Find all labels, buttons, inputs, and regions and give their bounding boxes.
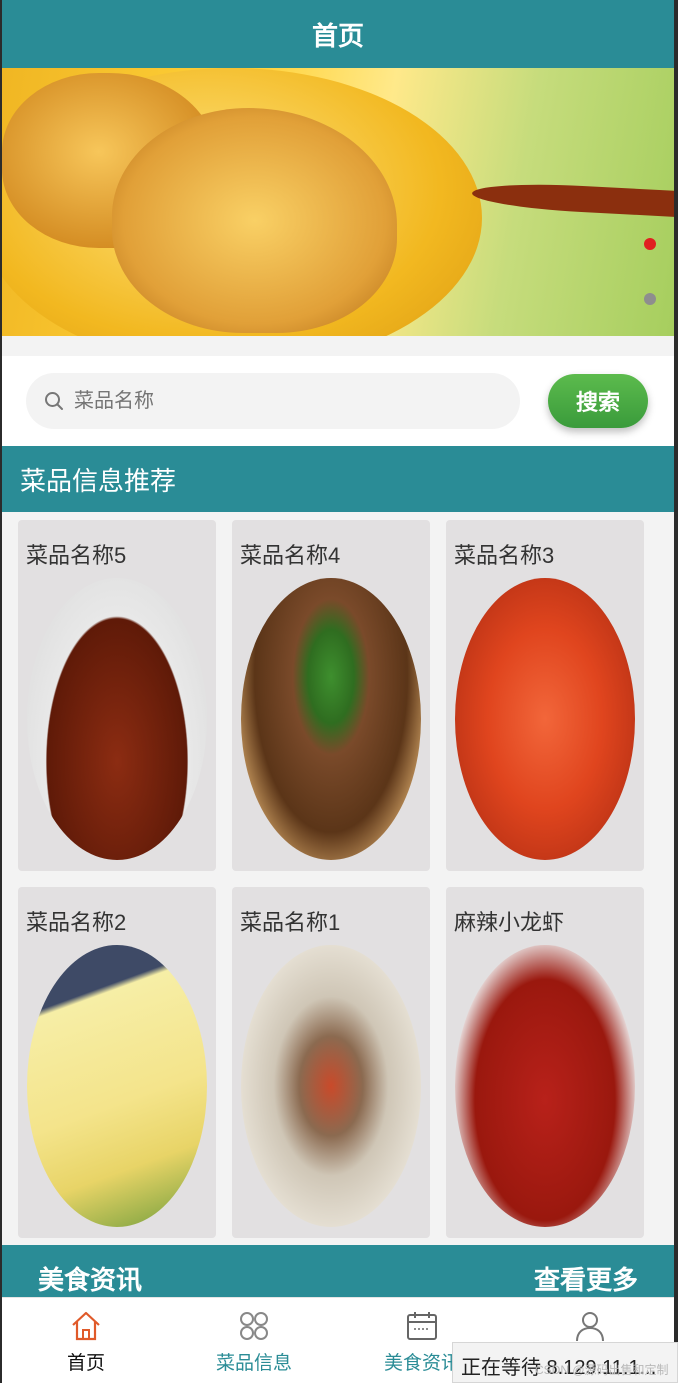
- dish-card[interactable]: 菜品名称5: [18, 520, 216, 871]
- carousel-dot-active[interactable]: [644, 238, 656, 250]
- dish-card[interactable]: 菜品名称4: [232, 520, 430, 871]
- tab-dishes[interactable]: 菜品信息: [170, 1298, 338, 1383]
- tab-label: 美食资讯: [383, 1353, 460, 1374]
- user-icon: [576, 1312, 604, 1342]
- tab-label: 菜品信息: [215, 1353, 292, 1374]
- calendar-icon: [407, 1312, 437, 1340]
- banner-carousel[interactable]: [2, 68, 674, 336]
- dish-image[interactable]: [241, 578, 421, 860]
- search-button[interactable]: 搜索: [548, 374, 648, 428]
- dish-image[interactable]: [241, 945, 421, 1227]
- app-screen: 首页 搜索 菜品信息推荐 菜品名称5 菜品名称4 菜品名: [2, 0, 674, 1383]
- search-icon: [45, 392, 63, 410]
- page-title: 首页: [311, 20, 364, 51]
- watermark-text: CSDN @源码出售和定制: [535, 1363, 669, 1377]
- recommend-section-title: 菜品信息推荐: [2, 446, 674, 512]
- search-field[interactable]: [26, 373, 520, 429]
- tab-label: 首页: [66, 1353, 105, 1374]
- dish-image[interactable]: [455, 945, 635, 1227]
- dish-name: 菜品名称4: [240, 543, 341, 568]
- section-title-text: 菜品信息推荐: [20, 465, 177, 496]
- view-more-link[interactable]: 查看更多: [534, 1260, 638, 1297]
- dish-name: 菜品名称2: [26, 910, 127, 935]
- dish-image[interactable]: [455, 578, 635, 860]
- dish-card[interactable]: 菜品名称3: [446, 520, 644, 871]
- news-title: 美食资讯: [38, 1264, 143, 1295]
- banner-decoration: [471, 180, 674, 218]
- dish-image[interactable]: [27, 578, 207, 860]
- dish-name: 菜品名称3: [454, 543, 555, 568]
- dish-name: 麻辣小龙虾: [454, 910, 565, 935]
- home-icon: [72, 1311, 100, 1341]
- grid-icon: [240, 1312, 268, 1340]
- page-header: 首页: [2, 0, 674, 68]
- dish-card[interactable]: 菜品名称2: [18, 887, 216, 1238]
- dish-image[interactable]: [27, 945, 207, 1227]
- dish-name: 菜品名称5: [26, 543, 127, 568]
- dish-grid: 菜品名称5 菜品名称4 菜品名称3 菜品名称2 菜品名称1 麻辣小龙虾: [2, 512, 674, 1238]
- search-bar: 搜索: [2, 356, 674, 446]
- dish-name: 菜品名称1: [240, 910, 341, 935]
- search-input[interactable]: [74, 389, 474, 413]
- dish-card[interactable]: 菜品名称1: [232, 887, 430, 1238]
- tab-home[interactable]: 首页: [2, 1298, 170, 1383]
- dish-card[interactable]: 麻辣小龙虾: [446, 887, 644, 1238]
- carousel-dot[interactable]: [644, 293, 656, 305]
